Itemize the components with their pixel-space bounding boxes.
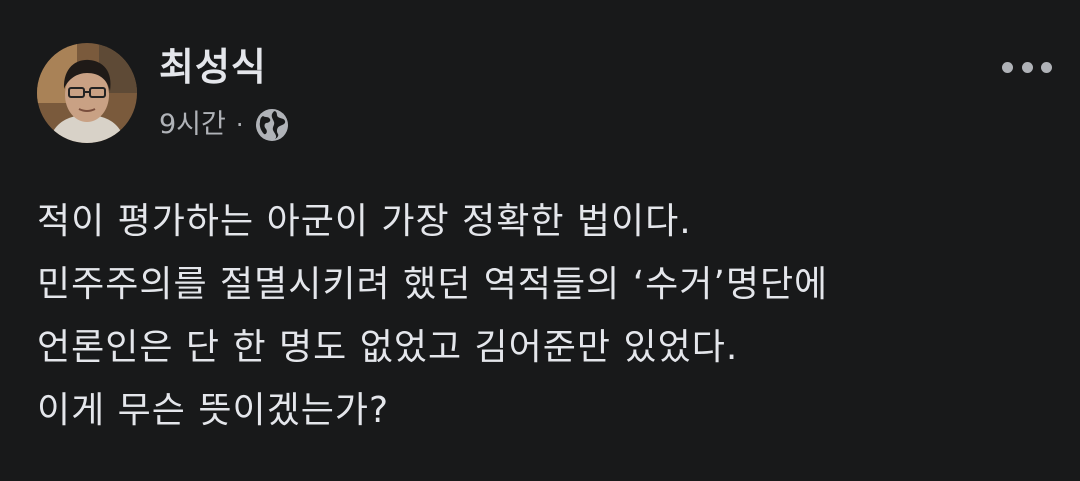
author-name[interactable]: 최성식 bbox=[159, 43, 290, 91]
post-header: 최성식 9시간 · bbox=[37, 43, 290, 143]
post-text-line: 이게 무슨 뜻이겠는가? bbox=[37, 390, 390, 431]
facebook-post: 최성식 9시간 · 적이 평가하는 아군이 가장 정확한 법이다. 민주주의를 … bbox=[0, 0, 1080, 481]
more-dot bbox=[1041, 61, 1052, 73]
avatar-photo bbox=[37, 43, 137, 143]
avatar[interactable] bbox=[37, 43, 137, 143]
post-meta: 최성식 9시간 · bbox=[159, 43, 290, 143]
post-timestamp[interactable]: 9시간 bbox=[159, 108, 226, 142]
separator-dot: · bbox=[235, 111, 244, 139]
more-options-icon[interactable] bbox=[1002, 52, 1052, 82]
post-subline: 9시간 · bbox=[159, 107, 290, 143]
post-text-line: 민주주의를 절멸시키려 했던 역적들의 ‘수거’명단에 bbox=[37, 264, 829, 305]
globe-icon[interactable] bbox=[254, 107, 290, 143]
more-dot bbox=[1002, 61, 1013, 73]
post-text: 적이 평가하는 아군이 가장 정확한 법이다. 민주주의를 절멸시키려 했던 역… bbox=[37, 190, 1047, 442]
post-text-line: 언론인은 단 한 명도 없었고 김어준만 있었다. bbox=[37, 327, 739, 368]
post-text-line: 적이 평가하는 아군이 가장 정확한 법이다. bbox=[37, 201, 692, 242]
more-dot bbox=[1021, 61, 1033, 73]
